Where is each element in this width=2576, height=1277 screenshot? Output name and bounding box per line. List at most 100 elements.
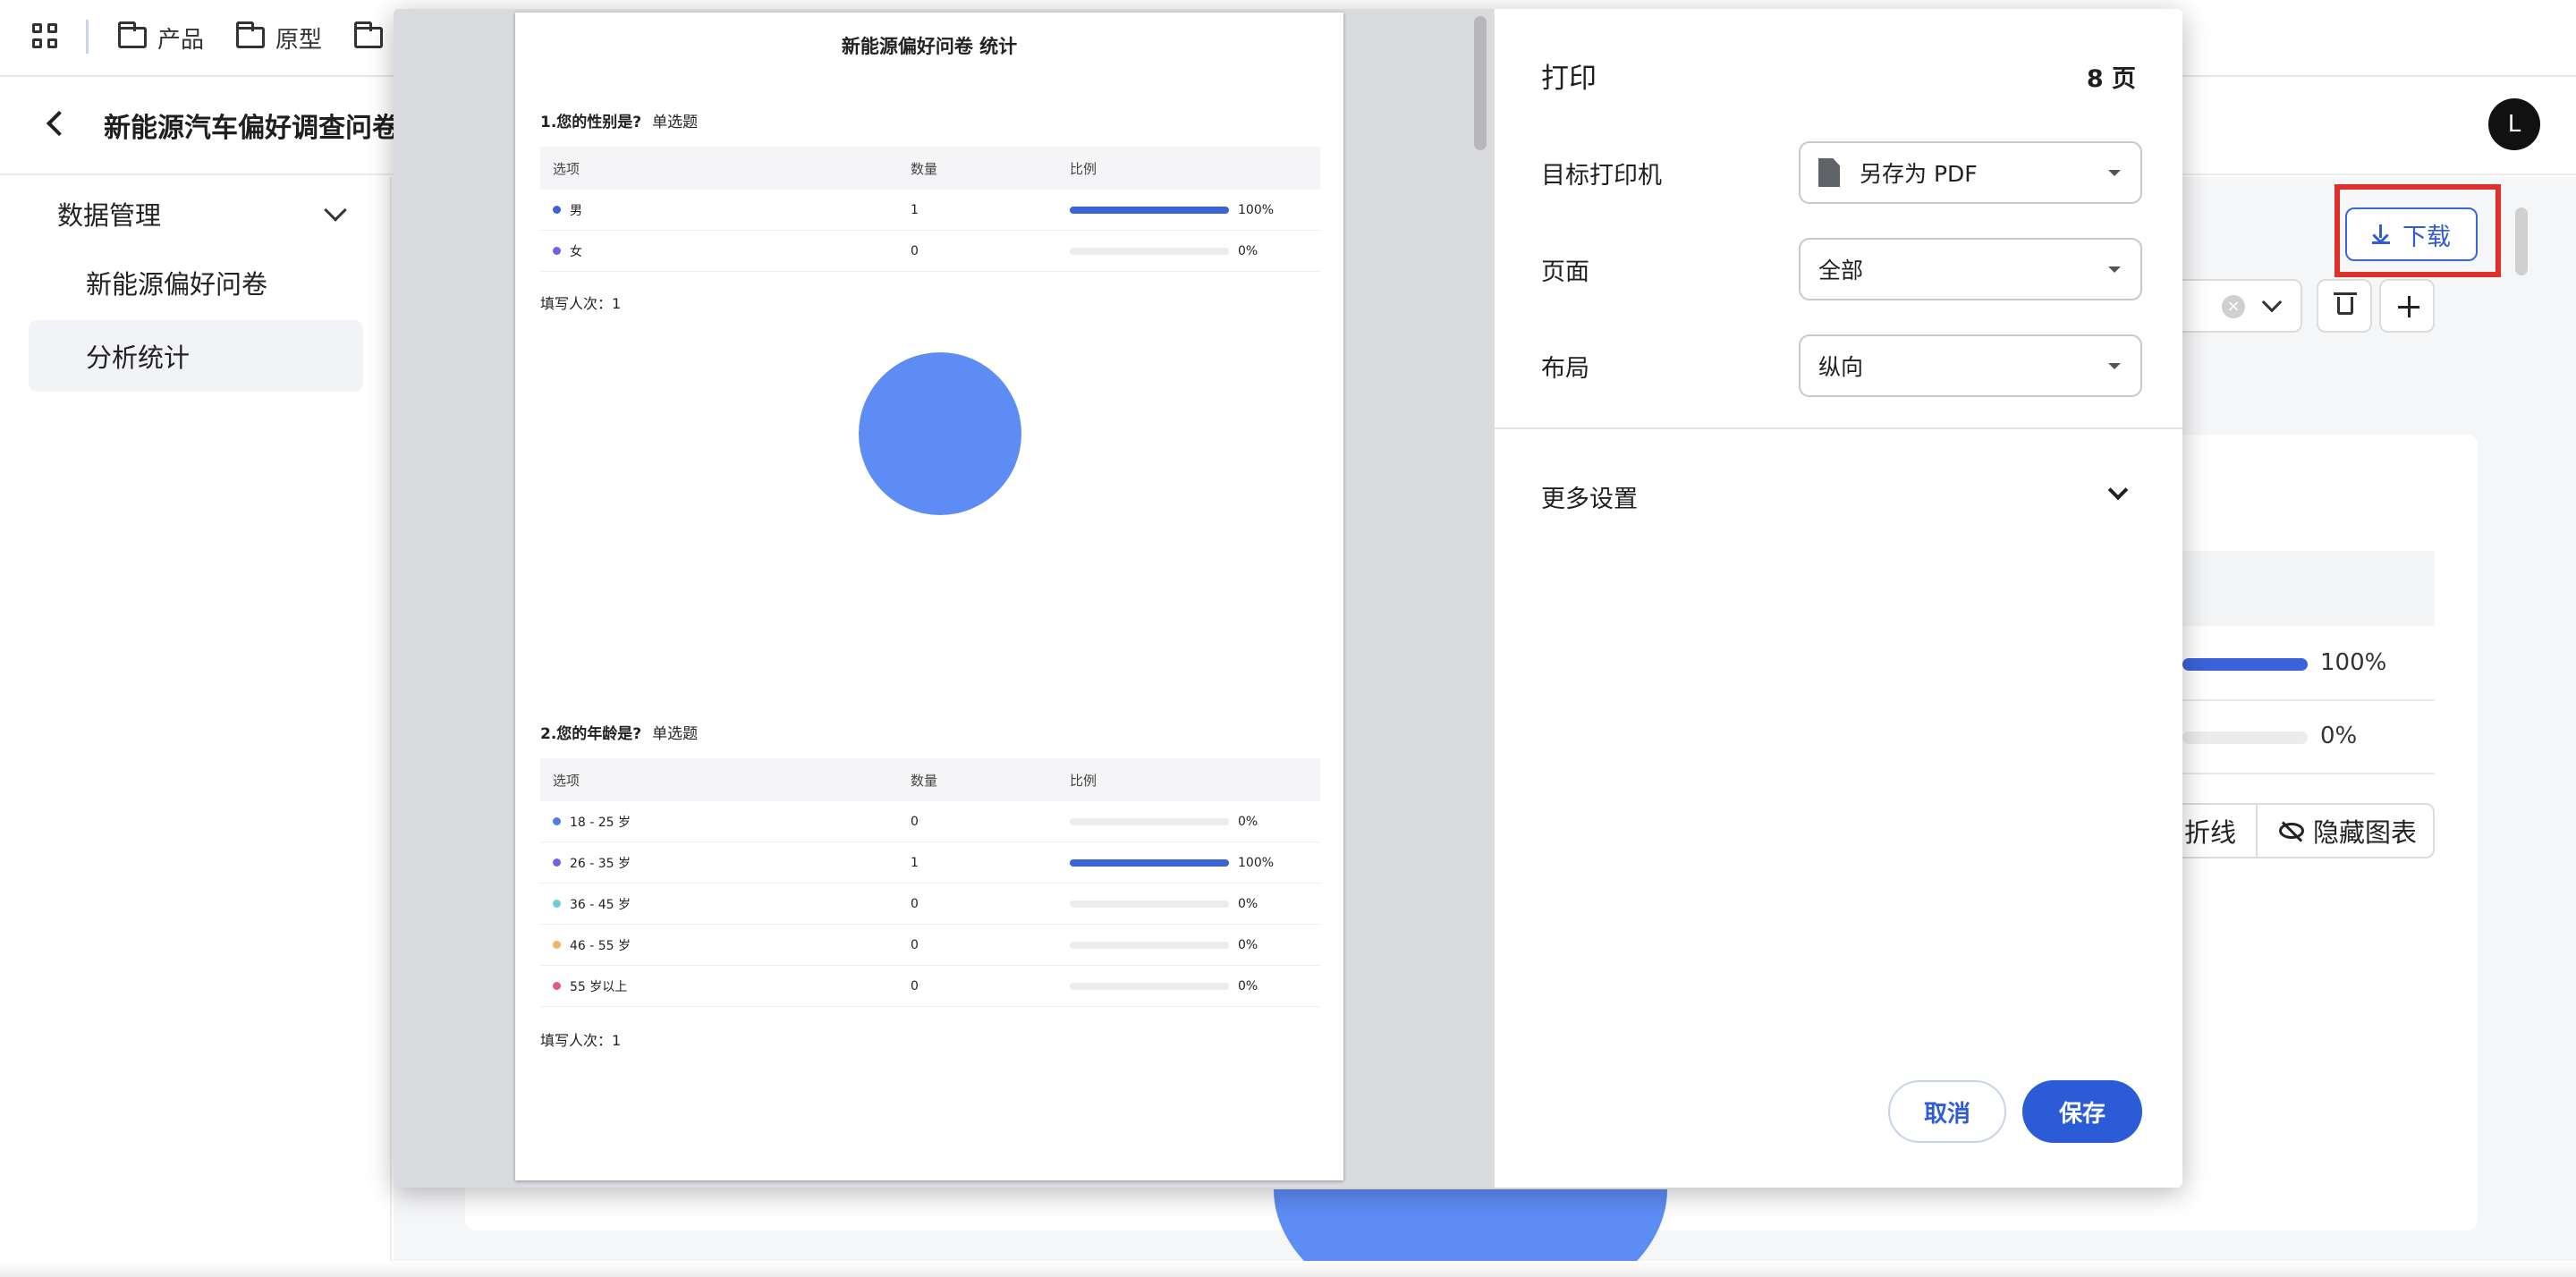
percent-label: 100% [1238,855,1275,870]
line-chart-label: 折线 [2183,817,2236,848]
option-label: 男 [570,203,582,218]
avatar[interactable]: L [2488,98,2540,150]
table-row: 女 0 0% [540,231,1320,272]
question-title-text: 2.您的年龄是? [540,725,642,743]
preview-scrollbar[interactable] [1474,16,1487,150]
series-dot-icon [553,900,561,908]
cancel-button[interactable]: 取消 [1888,1080,2006,1143]
progress-bar [1070,900,1229,908]
printer-label: 目标打印机 [1541,162,1662,190]
header-ratio: 比例 [1070,772,1097,789]
hide-chart-button[interactable]: 隐藏图表 [2256,803,2435,858]
option-cell: 18 - 25 岁 [540,813,911,831]
page-title: 新能源汽车偏好调查问卷 [104,113,399,144]
apps-grid-icon[interactable] [32,23,59,50]
count-cell: 0 [911,896,919,911]
sidebar-item-label: 分析统计 [86,343,191,373]
print-settings-panel: 打印 8 页 目标打印机 另存为 PDF 页面 全部 布局 纵向 更多设置 取消… [1494,9,2182,1188]
table-header: 选项 数量 比例 [540,758,1320,801]
progress-fill [1070,206,1229,214]
folder-icon [354,21,383,48]
page-scrollbar[interactable] [2515,207,2528,275]
progress-bar [1070,982,1229,990]
row-divider [2182,699,2435,701]
line-chart-button[interactable]: 折线 [2182,803,2258,858]
dropdown-caret-icon [2108,266,2121,273]
option-cell: 36 - 45 岁 [540,895,911,913]
question-1-pie-chart [859,352,1021,515]
count-cell: 1 [911,855,919,870]
bg-percent: 0% [2320,723,2358,749]
question-1-fill-count: 填写人次：1 [540,295,622,312]
filter-select[interactable]: × [2182,279,2302,333]
bookmark-label: 原型 [275,26,323,54]
series-dot-icon [553,858,561,867]
back-arrow-icon[interactable] [46,110,72,137]
trash-icon [2334,292,2357,315]
header-option: 选项 [553,772,580,789]
option-label: 女 [570,244,582,259]
option-cell: 男 [540,201,911,219]
progress-bar [1070,858,1229,867]
option-label: 18 - 25 岁 [570,815,631,830]
table-row: 18 - 25 岁 0 0% [540,801,1320,842]
bg-percent: 100% [2320,649,2387,676]
print-dialog: 新能源偏好问卷 统计 1.您的性别是? 单选题 选项 数量 比例 男 1 100% 女 0… [394,9,2182,1188]
percent-label: 0% [1238,243,1258,258]
option-label: 55 岁以上 [570,979,628,994]
save-button[interactable]: 保存 [2022,1080,2142,1143]
option-label: 36 - 45 岁 [570,897,631,912]
header-option: 选项 [553,160,580,177]
preview-title: 新能源偏好问卷 统计 [841,36,1018,57]
more-settings-toggle[interactable]: 更多设置 [1541,479,1638,514]
progress-bar [1070,247,1229,255]
header-ratio: 比例 [1070,160,1097,177]
dropdown-caret-icon [2108,363,2121,369]
bookmark-folder-product[interactable]: 产品 [118,21,204,54]
table-row: 55 岁以上 0 0% [540,966,1320,1007]
sidebar-item-analysis[interactable]: 分析统计 [29,320,363,392]
table-header: 选项 数量 比例 [540,147,1320,190]
table-row: 36 - 45 岁 0 0% [540,884,1320,925]
layout-value: 纵向 [1818,354,1864,380]
clear-icon[interactable]: × [2222,295,2245,318]
option-cell: 26 - 35 岁 [540,854,911,872]
question-type: 单选题 [652,725,699,743]
add-button[interactable] [2379,279,2435,333]
ratio-cell: 0% [1070,244,1320,258]
printer-select[interactable]: 另存为 PDF [1799,141,2142,204]
pages-value: 全部 [1818,258,1864,283]
layout-select[interactable]: 纵向 [1799,334,2142,397]
bookmark-folder-3[interactable] [354,21,383,54]
print-preview-area[interactable]: 新能源偏好问卷 统计 1.您的性别是? 单选题 选项 数量 比例 男 1 100% 女 0… [394,9,1467,1188]
table-row: 46 - 55 岁 0 0% [540,925,1320,966]
bookmark-folder-prototype[interactable]: 原型 [236,21,322,54]
count-cell: 0 [911,243,919,258]
percent-label: 100% [1238,202,1275,217]
ratio-cell: 100% [1070,856,1320,870]
sidebar-item-survey[interactable]: 新能源偏好问卷 [29,247,363,318]
table-row: 男 1 100% [540,190,1320,231]
series-dot-icon [553,941,561,949]
pages-select[interactable]: 全部 [1799,238,2142,300]
sidebar-group-label: 数据管理 [57,200,162,231]
header-count: 数量 [911,160,938,177]
folder-icon [236,21,265,48]
eye-off-icon [2279,823,2304,839]
question-2-table: 选项 数量 比例 18 - 25 岁 0 0% 26 - 35 岁 1 100% 36 - … [540,758,1320,1007]
series-dot-icon [553,247,561,255]
sidebar-group-data-management[interactable]: 数据管理 [57,195,347,233]
chevron-down-icon[interactable] [2107,479,2129,501]
settings-divider [1495,427,2182,429]
percent-label: 0% [1238,937,1258,952]
layout-label: 布局 [1541,355,1589,383]
series-dot-icon [553,817,561,825]
folder-icon [118,21,147,48]
progress-fill [1070,858,1229,867]
bookmarks-separator [86,20,89,54]
delete-button[interactable] [2317,279,2372,333]
progress-bar [1070,817,1229,825]
question-2-fill-count: 填写人次：1 [540,1032,622,1049]
page-count: 8 页 [2086,65,2136,93]
count-cell: 0 [911,937,919,952]
